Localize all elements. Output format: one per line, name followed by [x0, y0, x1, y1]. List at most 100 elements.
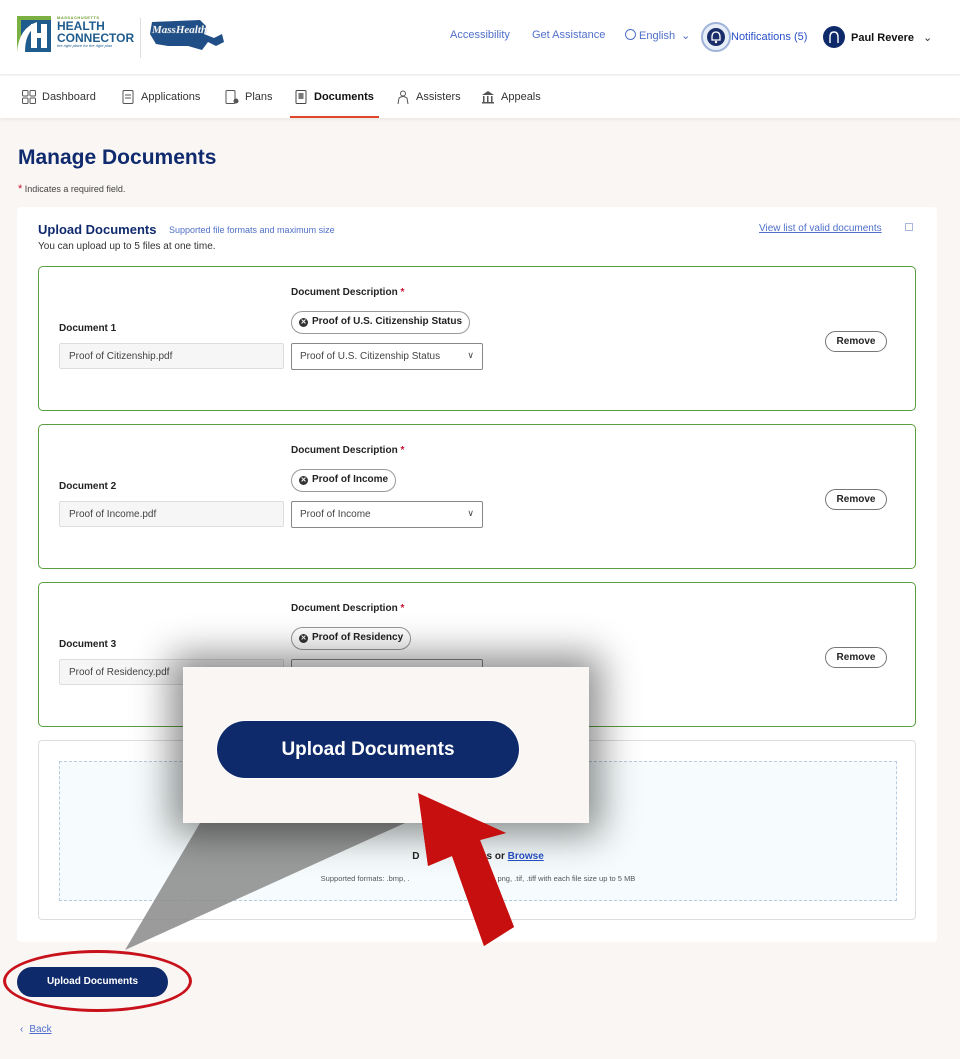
valid-documents-link[interactable]: View list of valid documents — [759, 223, 882, 234]
dropzone-formats: Supported formats: .bmp, . png, .tif, .ti… — [60, 874, 896, 883]
description-select[interactable]: Proof of U.S. Citizenship Status ∨ — [291, 343, 483, 370]
chevron-down-icon: ⌄ — [922, 32, 933, 44]
upload-documents-card: Upload Documents Supported file formats … — [17, 207, 937, 942]
remove-button[interactable]: Remove — [825, 647, 887, 668]
document-row: Document Description * ✕ Proof of Income … — [38, 424, 916, 569]
document-row: Document Description * ✕ Proof of Residen… — [38, 582, 916, 727]
language-selector[interactable]: English ⌄ — [625, 29, 690, 42]
card-title: Upload Documents — [38, 222, 157, 237]
notifications-bell-button[interactable] — [701, 22, 731, 52]
nav-tab-plans[interactable]: Plans — [225, 76, 273, 118]
assisters-icon — [396, 90, 410, 105]
accessibility-link[interactable]: Accessibility — [450, 29, 510, 41]
health-connector-logo[interactable]: MASSACHUSETTS HEALTH CONNECTOR the right… — [17, 16, 137, 56]
required-star: * — [18, 183, 23, 195]
chip-label: Proof of Income — [312, 474, 389, 485]
nav-label: Dashboard — [42, 91, 96, 103]
formats-tail: png, .tif, .tiff with each file size up … — [497, 874, 636, 883]
chevron-down-icon: ∨ — [467, 350, 474, 360]
dropzone-instructions: Diles or Browse — [60, 851, 896, 862]
dashboard-icon — [22, 90, 36, 104]
select-value: Proof of Income — [300, 509, 371, 520]
remove-button[interactable]: Remove — [825, 489, 887, 510]
dropzone-container: Diles or Browse Supported formats: .bmp,… — [38, 740, 916, 920]
user-name: Paul Revere — [851, 32, 914, 44]
document-label: Document 2 — [59, 481, 117, 492]
nav-label: Plans — [245, 91, 273, 103]
required-note-text: Indicates a required field. — [24, 184, 126, 194]
page-title: Manage Documents — [18, 146, 217, 169]
chevron-down-icon: ∨ — [467, 508, 474, 518]
logo-divider — [140, 18, 141, 58]
description-chip[interactable]: ✕ Proof of Income — [291, 469, 397, 492]
back-link[interactable]: ‹ Back — [20, 1024, 52, 1035]
description-select[interactable]: ∨ — [291, 659, 483, 686]
description-label-text: Document Description — [291, 603, 398, 614]
document-file-field[interactable]: Proof of Income.pdf — [59, 501, 284, 527]
description-label: Document Description * — [291, 287, 404, 298]
get-assistance-link[interactable]: Get Assistance — [532, 29, 605, 41]
nav-label: Assisters — [416, 91, 461, 103]
remove-chip-icon[interactable]: ✕ — [299, 476, 308, 485]
nav-tab-appeals[interactable]: Appeals — [481, 76, 541, 118]
notifications-link[interactable]: Notifications (5) — [731, 31, 807, 43]
appeals-icon — [481, 90, 495, 104]
user-avatar[interactable] — [823, 26, 845, 48]
site-header: MASSACHUSETTS HEALTH CONNECTOR the right… — [0, 0, 960, 75]
chip-label: Proof of U.S. Citizenship Status — [312, 316, 463, 327]
bell-icon — [707, 28, 725, 46]
description-label-text: Document Description — [291, 445, 398, 456]
upload-limit-note: You can upload up to 5 files at one time… — [38, 241, 216, 252]
description-select[interactable]: Proof of Income ∨ — [291, 501, 483, 528]
masshealth-text: MassHealth — [151, 24, 207, 36]
main-nav: Dashboard Applications Plans Documents A… — [0, 76, 960, 118]
nav-tab-dashboard[interactable]: Dashboard — [22, 76, 96, 118]
masshealth-logo[interactable]: MassHealth — [148, 16, 226, 56]
globe-icon — [625, 29, 636, 40]
remove-chip-icon[interactable]: ✕ — [299, 634, 308, 643]
document-label: Document 1 — [59, 323, 117, 334]
nav-tab-assisters[interactable]: Assisters — [396, 76, 461, 118]
document-file-field[interactable]: Proof of Residency.pdf — [59, 659, 284, 685]
nav-label: Applications — [141, 91, 201, 103]
chevron-down-icon: ⌄ — [681, 30, 691, 42]
description-chip[interactable]: ✕ Proof of U.S. Citizenship Status — [291, 311, 471, 334]
description-chip[interactable]: ✕ Proof of Residency — [291, 627, 412, 650]
browse-link[interactable]: Browse — [508, 851, 544, 862]
document-label: Document 3 — [59, 639, 117, 650]
formats-start: Supported formats: .bmp, . — [320, 874, 410, 883]
health-connector-logo-mark — [17, 16, 51, 52]
nav-tab-documents[interactable]: Documents — [290, 76, 379, 118]
nav-label: Appeals — [501, 91, 541, 103]
language-label: English — [639, 30, 676, 42]
user-menu[interactable]: Paul Revere ⌄ — [851, 31, 932, 44]
nav-label: Documents — [314, 91, 374, 103]
required-star: * — [400, 603, 405, 614]
file-dropzone[interactable]: Diles or Browse Supported formats: .bmp,… — [59, 761, 897, 901]
description-label-text: Document Description — [291, 287, 398, 298]
document-file-field[interactable]: Proof of Citizenship.pdf — [59, 343, 284, 369]
description-label: Document Description * — [291, 603, 404, 614]
remove-chip-icon[interactable]: ✕ — [299, 318, 308, 327]
documents-icon — [294, 90, 308, 104]
nav-tab-applications[interactable]: Applications — [121, 76, 200, 118]
required-star: * — [400, 445, 405, 456]
user-icon — [829, 31, 839, 43]
applications-icon — [121, 90, 135, 104]
select-value: Proof of U.S. Citizenship Status — [300, 351, 441, 362]
masshealth-map-icon: MassHealth — [150, 20, 224, 50]
required-field-note: * Indicates a required field. — [18, 183, 125, 195]
upload-documents-button[interactable]: Upload Documents — [17, 967, 168, 997]
description-label: Document Description * — [291, 445, 404, 456]
document-row: Document Description * ✕ Proof of U.S. Ci… — [38, 266, 916, 411]
plans-icon — [225, 90, 239, 104]
dropzone-text-start: D — [412, 851, 420, 862]
back-label: Back — [29, 1024, 52, 1035]
external-link-icon — [905, 223, 913, 231]
dropzone-text-mid: iles or — [475, 851, 505, 862]
chevron-down-icon: ∨ — [467, 666, 474, 676]
chip-label: Proof of Residency — [312, 632, 404, 643]
remove-button[interactable]: Remove — [825, 331, 887, 352]
required-star: * — [400, 287, 405, 298]
supported-formats-link[interactable]: Supported file formats and maximum size — [169, 225, 335, 235]
